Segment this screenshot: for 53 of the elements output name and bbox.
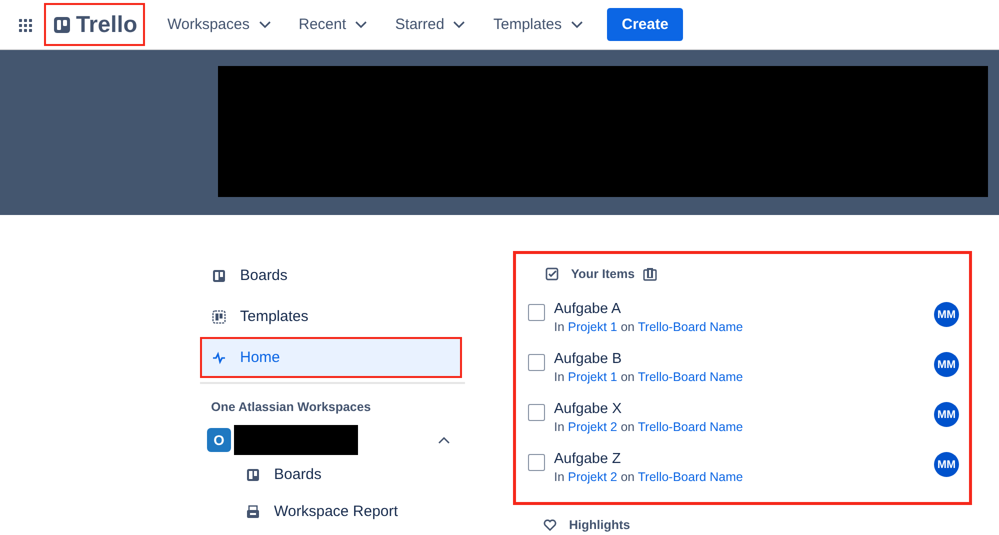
app-switcher-icon[interactable] <box>18 18 32 32</box>
sidebar-item[interactable]: Workspace Report <box>200 493 465 530</box>
collapse-icon[interactable] <box>438 436 450 444</box>
list-link[interactable]: Projekt 2 <box>568 420 618 434</box>
boards-icon <box>642 267 657 281</box>
trello-logo[interactable]: Trello <box>44 3 146 46</box>
template-icon <box>212 310 226 324</box>
item-location: In Projekt 2 on Trello-Board Name <box>554 470 744 484</box>
item-location: In Projekt 2 on Trello-Board Name <box>554 420 744 434</box>
nav-menu[interactable]: Recent <box>286 10 380 39</box>
board-link[interactable]: Trello-Board Name <box>638 420 744 434</box>
list-link[interactable]: Projekt 1 <box>568 370 618 384</box>
workspace-avatar: O <box>207 428 231 452</box>
item-location: In Projekt 1 on Trello-Board Name <box>554 320 744 334</box>
sidebar-item[interactable]: Templates <box>200 296 465 337</box>
checkbox[interactable] <box>528 454 545 471</box>
member-avatar: MM <box>934 402 959 427</box>
chevron-down-icon <box>355 20 368 28</box>
section-title: One Atlassian Workspaces <box>210 400 372 414</box>
chevron-down-icon <box>570 20 583 28</box>
list-link[interactable]: Projekt 1 <box>568 320 618 334</box>
nav-menu[interactable]: Workspaces <box>155 10 283 39</box>
nav-menu[interactable]: Templates <box>481 10 595 39</box>
heart-icon <box>543 518 557 532</box>
item-title: Aufgabe X <box>554 400 623 418</box>
sidebar-item[interactable]: Home <box>200 337 462 378</box>
report-icon <box>246 504 260 518</box>
item-title: Aufgabe B <box>554 350 623 368</box>
section-title: Your Items <box>571 267 635 281</box>
checkbox[interactable] <box>528 404 545 421</box>
list-link[interactable]: Projekt 2 <box>568 470 618 484</box>
member-avatar: MM <box>934 302 959 327</box>
sidebar-item[interactable]: Boards <box>200 255 465 296</box>
activity-icon <box>212 350 226 364</box>
item-location: In Projekt 1 on Trello-Board Name <box>554 370 744 384</box>
board-link[interactable]: Trello-Board Name <box>638 470 744 484</box>
board-link[interactable]: Trello-Board Name <box>638 370 744 384</box>
board-icon <box>246 468 260 482</box>
checkbox-icon <box>545 267 559 281</box>
item-title: Aufgabe Z <box>554 450 622 468</box>
nav-menu[interactable]: Starred <box>383 10 478 39</box>
section-title: Highlights <box>569 518 630 532</box>
board-icon <box>212 268 226 282</box>
create-button[interactable]: Create <box>606 8 684 41</box>
member-avatar: MM <box>934 452 959 477</box>
item-title: Aufgabe A <box>554 300 622 318</box>
sidebar-item[interactable]: Boards <box>200 456 465 493</box>
checkbox[interactable] <box>528 354 545 371</box>
chevron-down-icon <box>258 20 271 28</box>
chevron-down-icon <box>453 20 466 28</box>
member-avatar: MM <box>934 352 959 377</box>
checkbox[interactable] <box>528 304 545 321</box>
board-link[interactable]: Trello-Board Name <box>638 320 744 334</box>
